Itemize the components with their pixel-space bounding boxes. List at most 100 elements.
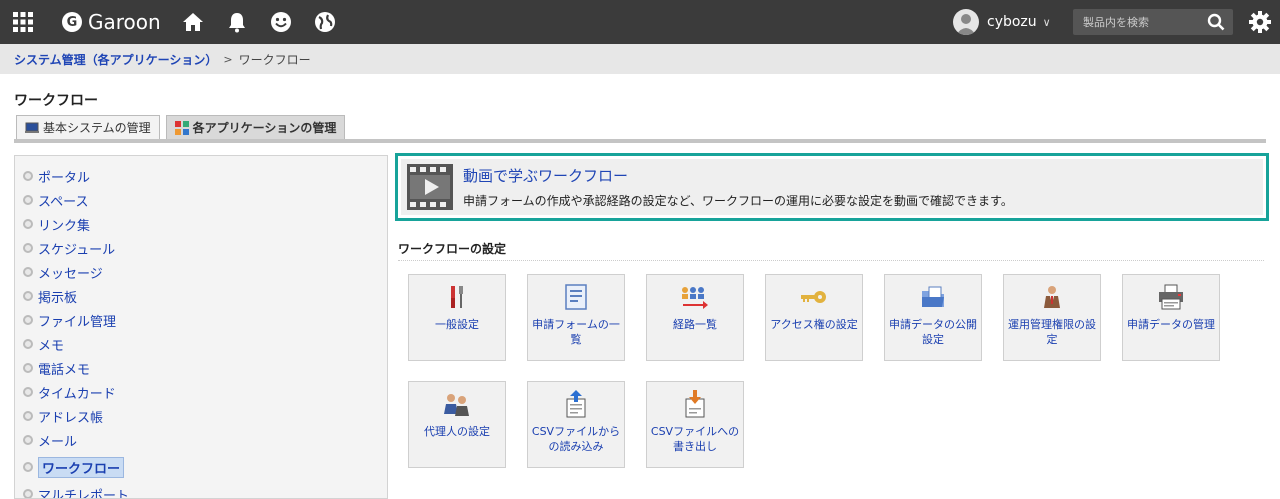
folder-icon	[919, 283, 947, 311]
sidebar-item-label: ポータル	[38, 170, 91, 186]
sidebar-item-label: ファイル管理	[38, 314, 117, 330]
section-divider	[398, 260, 1264, 261]
sidebar-item-memo[interactable]: メモ	[15, 332, 387, 356]
page-title: ワークフロー	[14, 93, 98, 109]
tile-label: CSVファイルへの書き出し	[650, 425, 740, 453]
proxy-icon	[443, 390, 471, 418]
tile-admin-rights[interactable]: 運用管理権限の設定	[1003, 274, 1101, 361]
bullet-icon	[23, 435, 33, 445]
sidebar-item-links[interactable]: リンク集	[15, 212, 387, 236]
sidebar-item-workflow[interactable]: ワークフロー	[15, 452, 387, 482]
csv-import-icon	[562, 390, 590, 418]
sidebar-item-label: 掲示板	[38, 290, 78, 306]
form-icon	[562, 283, 590, 311]
tile-label: アクセス権の設定	[770, 318, 858, 331]
sidebar-item-timecard[interactable]: タイムカード	[15, 380, 387, 404]
home-icon[interactable]	[181, 10, 205, 34]
sidebar-item-label: リンク集	[38, 218, 91, 234]
computer-icon	[25, 122, 39, 134]
apps-icon	[174, 120, 189, 135]
app-menu-icon[interactable]	[0, 0, 46, 44]
sidebar-item-portal[interactable]: ポータル	[15, 164, 387, 188]
tab-applications[interactable]: 各アプリケーションの管理	[165, 115, 346, 139]
search-box	[1073, 9, 1233, 35]
bullet-icon	[23, 219, 33, 229]
bullet-icon	[23, 315, 33, 325]
sidebar-item-label: メッセージ	[38, 266, 103, 282]
tile-label: 運用管理権限の設定	[1008, 318, 1096, 346]
tile-csv-import[interactable]: CSVファイルからの読み込み	[527, 381, 625, 468]
settings-tiles: 一般設定 申請フォームの一覧 経路一覧 アクセス権の設定 申請データの公開設定 …	[408, 274, 1238, 468]
garoon-logo-mark: G	[62, 12, 82, 32]
application-sidebar: ポータル スペース リンク集 スケジュール メッセージ 掲示板 ファイル管理 メ…	[14, 155, 388, 499]
tile-publish-settings[interactable]: 申請データの公開設定	[884, 274, 982, 361]
sidebar-item-label: メール	[38, 434, 78, 450]
user-menu[interactable]: cybozu ∨	[953, 0, 1051, 44]
tile-label: 申請データの公開設定	[889, 318, 977, 346]
brand-name: Garoon	[88, 10, 161, 34]
bullet-icon	[23, 411, 33, 421]
tile-label: 申請データの管理	[1127, 318, 1215, 331]
tools-icon	[443, 283, 471, 311]
tab-basic-system[interactable]: 基本システムの管理	[16, 115, 160, 139]
sidebar-item-message[interactable]: メッセージ	[15, 260, 387, 284]
tile-general-settings[interactable]: 一般設定	[408, 274, 506, 361]
tile-proxy-settings[interactable]: 代理人の設定	[408, 381, 506, 468]
bullet-icon	[23, 387, 33, 397]
top-bar: G Garoon cybozu ∨	[0, 0, 1280, 44]
chevron-down-icon: ∨	[1042, 15, 1051, 29]
bullet-icon	[23, 291, 33, 301]
sidebar-item-label: スケジュール	[38, 242, 116, 258]
tab-divider	[14, 139, 1266, 143]
banner-title[interactable]: 動画で学ぶワークフロー	[463, 165, 1013, 186]
csv-export-icon	[681, 390, 709, 418]
avatar	[953, 9, 979, 35]
smiley-icon[interactable]	[269, 10, 293, 34]
bell-icon[interactable]	[225, 10, 249, 34]
tile-label: 一般設定	[435, 318, 479, 331]
sidebar-item-schedule[interactable]: スケジュール	[15, 236, 387, 260]
sidebar-item-bulletin[interactable]: 掲示板	[15, 284, 387, 308]
search-input[interactable]	[1073, 15, 1203, 29]
tile-access-rights[interactable]: アクセス権の設定	[765, 274, 863, 361]
tile-data-management[interactable]: 申請データの管理	[1122, 274, 1220, 361]
breadcrumb: システム管理（各アプリケーション） > ワークフロー	[0, 44, 1280, 74]
admin-tabs: 基本システムの管理 各アプリケーションの管理	[16, 115, 346, 139]
tile-route-list[interactable]: 経路一覧	[646, 274, 744, 361]
gear-icon[interactable]	[1248, 10, 1272, 34]
sidebar-item-mail[interactable]: メール	[15, 428, 387, 452]
sidebar-item-files[interactable]: ファイル管理	[15, 308, 387, 332]
bullet-icon	[23, 462, 33, 472]
tile-label: CSVファイルからの読み込み	[531, 425, 621, 453]
breadcrumb-current: ワークフロー	[238, 52, 311, 67]
section-title: ワークフローの設定	[398, 242, 507, 256]
sidebar-item-label: タイムカード	[38, 386, 116, 402]
sidebar-item-address-book[interactable]: アドレス帳	[15, 404, 387, 428]
sidebar-item-multi-report[interactable]: マルチレポート	[15, 482, 387, 499]
sidebar-item-label: 電話メモ	[38, 362, 91, 378]
key-icon	[800, 283, 828, 311]
video-film-icon	[407, 164, 453, 210]
bullet-icon	[23, 243, 33, 253]
bullet-icon	[23, 489, 33, 498]
breadcrumb-parent-link[interactable]: システム管理（各アプリケーション）	[14, 51, 217, 68]
sidebar-item-label: アドレス帳	[38, 410, 104, 426]
sidebar-item-space[interactable]: スペース	[15, 188, 387, 212]
route-icon	[681, 283, 709, 311]
sidebar-item-phone-memo[interactable]: 電話メモ	[15, 356, 387, 380]
bullet-icon	[23, 171, 33, 181]
admin-icon	[1038, 283, 1066, 311]
tab-basic-system-label: 基本システムの管理	[43, 121, 151, 135]
tile-csv-export[interactable]: CSVファイルへの書き出し	[646, 381, 744, 468]
tile-form-list[interactable]: 申請フォームの一覧	[527, 274, 625, 361]
video-banner[interactable]: 動画で学ぶワークフロー 申請フォームの作成や承認経路の設定など、ワークフローの運…	[395, 153, 1269, 221]
printer-icon	[1157, 283, 1185, 311]
sidebar-item-label: スペース	[38, 194, 89, 210]
search-icon[interactable]	[1203, 9, 1229, 35]
bullet-icon	[23, 339, 33, 349]
globe-icon[interactable]	[313, 10, 337, 34]
sidebar-item-label: マルチレポート	[38, 488, 130, 499]
user-name: cybozu	[987, 14, 1037, 30]
breadcrumb-separator: >	[223, 52, 233, 66]
garoon-logo[interactable]: G Garoon	[62, 0, 161, 44]
